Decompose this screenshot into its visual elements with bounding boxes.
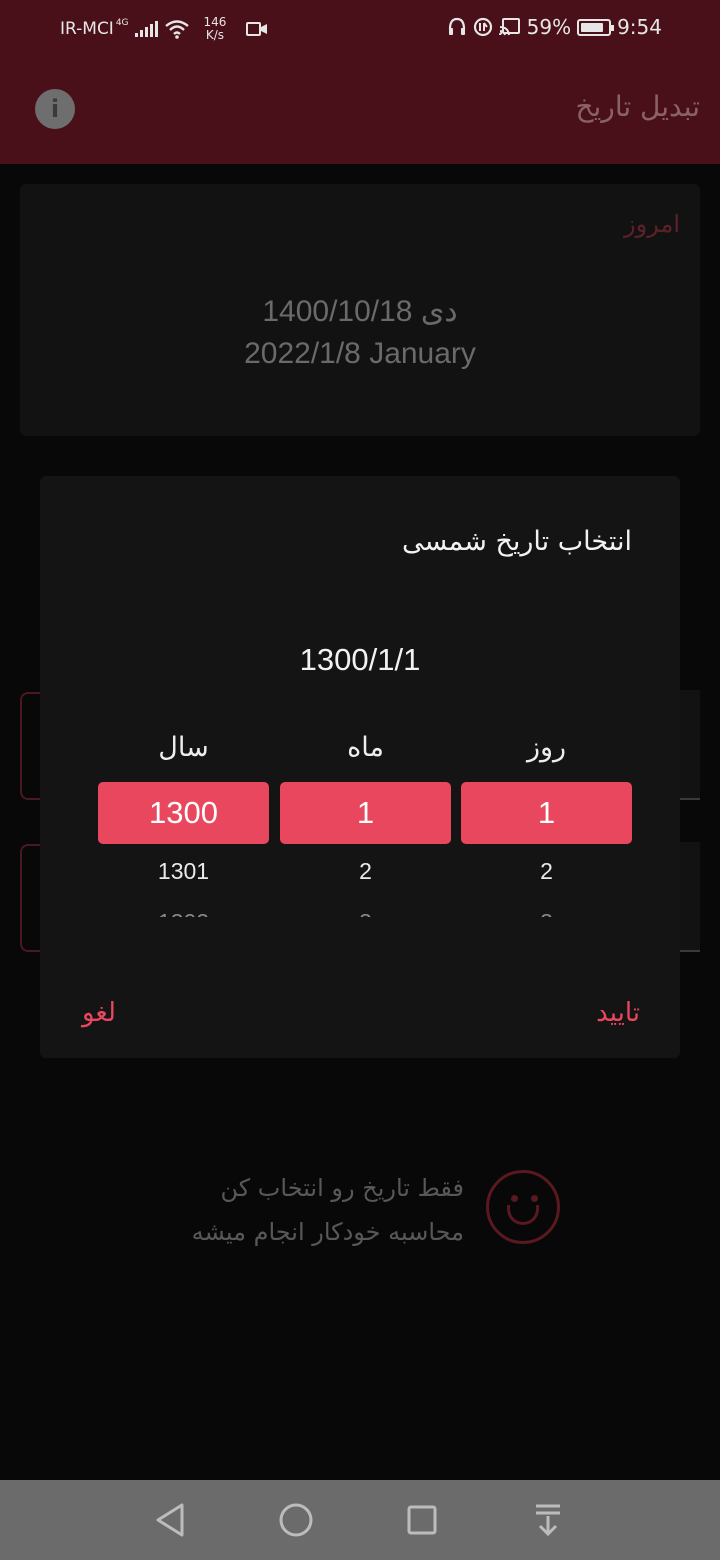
recents-square-icon[interactable] — [406, 1502, 438, 1538]
speed-value: 146 — [203, 15, 227, 29]
today-label: امروز — [624, 210, 680, 238]
confirm-button[interactable]: تایید — [596, 998, 640, 1028]
day-option-partial[interactable]: 3 — [461, 895, 632, 917]
smiley-icon — [486, 1170, 560, 1244]
headphones-icon — [448, 17, 465, 35]
year-option-partial-clip: 1302 — [98, 895, 269, 917]
month-header: ماه — [347, 732, 384, 763]
dialog-selected-date: 1300/1/1 — [299, 642, 421, 677]
month-option-partial-clip: 3 — [280, 895, 451, 917]
year-selected[interactable]: 1300 — [98, 782, 269, 844]
day-option[interactable]: 2 — [461, 858, 632, 885]
year-header: سال — [158, 732, 209, 763]
app-bar: i تبدیل تاریخ — [0, 56, 720, 164]
hint-text: فقط تاریخ رو انتخاب کن محاسبه خودکار انج… — [192, 1166, 464, 1254]
year-option[interactable]: 1301 — [98, 858, 269, 885]
day-option-partial-clip: 3 — [461, 895, 632, 917]
hint-line-2: محاسبه خودکار انجام میشه — [191, 1218, 464, 1246]
month-option-partial[interactable]: 3 — [280, 895, 451, 917]
back-triangle-icon[interactable] — [154, 1502, 186, 1538]
day-header: روز — [526, 732, 567, 763]
cancel-button[interactable]: لغو — [82, 998, 116, 1028]
year-option-partial[interactable]: 1302 — [98, 895, 269, 917]
hint-line-1: فقط تاریخ رو انتخاب کن — [220, 1174, 464, 1202]
dialog-title: انتخاب تاریخ شمسی — [402, 526, 632, 557]
signal-icon — [134, 21, 158, 37]
network-speed: 146 K/s — [204, 16, 227, 42]
data-saver-icon — [473, 17, 492, 37]
status-left: IR-MCI 4G 146 K/s — [60, 16, 268, 42]
video-icon — [246, 22, 268, 36]
month-picker[interactable]: ماه 1 2 3 — [280, 732, 451, 917]
cast-icon — [498, 18, 520, 36]
wifi-icon — [164, 20, 189, 39]
home-circle-icon[interactable] — [278, 1502, 314, 1538]
carrier-name: IR-MCI — [60, 19, 114, 39]
today-gregorian-date: 2022/1/8 January — [244, 337, 476, 370]
clock: 9:54 — [617, 15, 662, 39]
info-icon[interactable]: i — [35, 89, 75, 129]
status-bar: IR-MCI 4G 146 K/s 59% 9:54 — [0, 0, 720, 56]
day-picker[interactable]: روز 1 2 3 — [461, 732, 632, 917]
network-type: 4G — [115, 18, 129, 28]
app-title: تبدیل تاریخ — [575, 90, 700, 123]
navigation-bar — [0, 1480, 720, 1560]
today-shamsi-date: دی 1400/10/18 — [262, 295, 458, 328]
date-picker-dialog: انتخاب تاریخ شمسی 1300/1/1 سال 1300 1301… — [40, 476, 680, 1058]
battery-icon — [577, 18, 615, 36]
pull-down-icon[interactable] — [532, 1502, 564, 1538]
day-selected[interactable]: 1 — [461, 782, 632, 844]
month-option[interactable]: 2 — [280, 858, 451, 885]
month-selected[interactable]: 1 — [280, 782, 451, 844]
battery-percent: 59% — [526, 15, 572, 39]
year-picker[interactable]: سال 1300 1301 1302 — [98, 732, 269, 917]
speed-unit: K/s — [205, 28, 225, 42]
status-right: 59% 9:54 — [447, 15, 662, 39]
today-card: امروز دی 1400/10/18 2022/1/8 January — [20, 184, 700, 436]
